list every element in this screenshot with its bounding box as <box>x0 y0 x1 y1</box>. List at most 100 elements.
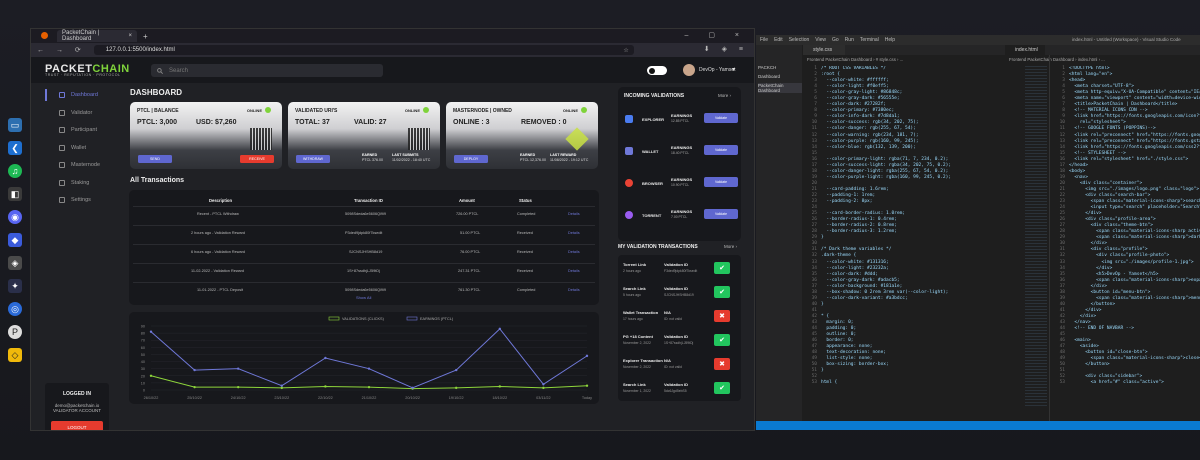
cell-transaction-id: SJCNSJHSHB8d19 <box>349 250 383 254</box>
show-all-link[interactable]: Show All <box>356 295 371 300</box>
sidebar-item-validator[interactable]: Validator <box>45 107 125 119</box>
validate-button[interactable]: Validate <box>704 209 738 219</box>
earned-label: EARNED <box>520 153 536 157</box>
close-icon[interactable]: ✖ <box>714 358 730 370</box>
menu-item-edit[interactable]: Edit <box>774 37 783 43</box>
check-icon[interactable]: ✔ <box>714 334 730 346</box>
validate-button[interactable]: Validate <box>704 145 738 155</box>
explorer-item[interactable]: PACKCH <box>758 65 802 70</box>
menu-item-file[interactable]: File <box>760 37 768 43</box>
data-point <box>498 385 501 388</box>
vscode-icon[interactable]: ❮ <box>8 141 22 155</box>
validation-id-value: SJCNSJHSHB8d19 <box>664 293 694 297</box>
sidebar-item-wallet[interactable]: Wallet <box>45 142 125 154</box>
editor-divider[interactable] <box>1049 55 1050 430</box>
search-icon <box>157 67 163 74</box>
shield-icon[interactable]: ◆ <box>8 233 22 247</box>
close-icon[interactable]: ✖ <box>714 310 730 322</box>
validate-button[interactable]: Validate <box>704 177 738 187</box>
details-link[interactable]: Details <box>568 250 580 254</box>
address-field[interactable]: 127.0.0.1:5500/index.html ☆ <box>93 45 634 55</box>
receive-button[interactable]: RECEIVE <box>240 155 274 163</box>
sidebar-item-label: Settings <box>71 197 91 203</box>
explorer-item[interactable]: Dashboard <box>758 74 802 79</box>
menu-item-selection[interactable]: Selection <box>789 37 810 43</box>
sidebar-item-dashboard[interactable]: Dashboard <box>45 89 125 101</box>
binance-icon[interactable]: ◇ <box>8 348 22 362</box>
nav-arrows[interactable]: ← → ⟳ <box>37 46 86 54</box>
tab-dashboard[interactable]: PacketChain | Dashboard × <box>57 30 137 42</box>
paypal-icon[interactable]: P <box>8 325 22 339</box>
spotify-icon[interactable]: ♫ <box>8 164 22 178</box>
data-point <box>455 368 458 372</box>
cell-transaction-id: 1S+87ssdhjLJ59tDj <box>347 269 380 273</box>
stack-icon <box>59 179 65 186</box>
sidebar-item-label: Masternode <box>71 162 101 168</box>
x-tick-label: 24/10/22 <box>231 396 246 400</box>
menu-item-go[interactable]: Go <box>832 37 839 43</box>
validation-time: 2 hours ago <box>623 269 641 273</box>
html-editor[interactable]: <!DOCTYPE html> <html lang="en"> <head> … <box>1069 66 1200 426</box>
avatar[interactable] <box>683 64 695 76</box>
tab-index-html[interactable]: index.html <box>1005 45 1045 55</box>
cell-transaction-id: 5098Sdeda6e5606Qi9i9 <box>345 288 386 292</box>
globe-icon[interactable]: ◎ <box>8 302 22 316</box>
theme-toggle[interactable] <box>647 66 667 75</box>
network-icon[interactable]: ✦ <box>8 279 22 293</box>
sidebar-item-participant[interactable]: Participant <box>45 124 125 136</box>
new-tab-button[interactable]: + <box>143 32 148 41</box>
details-link[interactable]: Details <box>568 269 580 273</box>
search-input[interactable]: Search <box>151 64 383 77</box>
explorer-item[interactable]: PacketChain Dashboard <box>758 83 802 93</box>
top-nav: PACKETCHAIN TRUST · REPUTATION · PROTOCO… <box>31 57 754 83</box>
validation-time: 17 hours ago <box>623 317 643 321</box>
withdraw-button[interactable]: WITHDRAW <box>296 155 330 163</box>
monitor-icon[interactable]: ▭ <box>8 118 22 132</box>
incoming-more-link[interactable]: More › <box>718 93 731 98</box>
sidebar-item-label: Validator <box>71 109 93 116</box>
card-value-2: VALID: 27 <box>354 119 387 126</box>
online-dot <box>581 107 587 113</box>
data-point <box>367 385 371 389</box>
deploy-button[interactable]: DEPLOY <box>454 155 488 163</box>
send-button[interactable]: SEND <box>138 155 172 163</box>
bookmark-star-icon[interactable]: ☆ <box>623 47 628 54</box>
menu-item-run[interactable]: Run <box>845 37 854 43</box>
check-icon[interactable]: ✔ <box>714 382 730 394</box>
details-link[interactable]: Details <box>568 231 580 235</box>
logout-button[interactable]: LOGOUT <box>51 421 103 430</box>
explorer-icon <box>625 115 633 123</box>
my-validations-more-link[interactable]: More › <box>724 244 737 249</box>
menu-item-help[interactable]: Help <box>885 37 895 43</box>
toolbar-icons[interactable]: ⬇ ◈ ≡ <box>704 45 748 53</box>
chevron-down-icon[interactable]: ▾ <box>732 66 735 73</box>
sidebar-item-masternode[interactable]: Masternode <box>45 159 125 171</box>
sidebar-item-settings[interactable]: Settings <box>45 194 125 206</box>
data-point <box>237 367 240 370</box>
table-row: Recent - PTCL Withdraw 5098Sdeda6e5606Qi9… <box>133 206 595 221</box>
x-tick-label: 20/10/22 <box>405 396 420 400</box>
menu-item-terminal[interactable]: Terminal <box>860 37 879 43</box>
breadcrumb-right: Frontend PacketChain Dashboard › index.h… <box>1009 57 1105 62</box>
details-link[interactable]: Details <box>568 212 580 216</box>
legend-swatch <box>406 316 418 321</box>
css-editor[interactable]: /* ROOT CSS VARIABLES */ :root { --color… <box>821 66 1021 426</box>
details-link[interactable]: Details <box>568 288 580 292</box>
cube-icon[interactable]: ◈ <box>8 256 22 270</box>
minimap-left[interactable] <box>1025 66 1047 406</box>
discord-icon[interactable]: ◉ <box>8 210 22 224</box>
check-icon[interactable]: ✔ <box>714 286 730 298</box>
validation-id-label: N/A <box>664 358 671 363</box>
tab-style-css[interactable]: style.css <box>803 45 845 55</box>
grid-icon <box>59 92 65 98</box>
incoming-name: TORRENT <box>642 213 662 218</box>
window-controls[interactable]: – ▢ × <box>685 31 748 39</box>
check-icon[interactable]: ✔ <box>714 262 730 274</box>
y-tick-label: 50 <box>141 353 145 357</box>
sidebar-item-staking[interactable]: Staking <box>45 177 125 189</box>
validate-button[interactable]: Validate <box>704 113 738 123</box>
menu-item-view[interactable]: View <box>815 37 826 43</box>
login-account: VALIDATOR ACCOUNT <box>52 408 101 413</box>
app-icon[interactable]: ◧ <box>8 187 22 201</box>
tab-close-icon[interactable]: × <box>128 33 132 39</box>
